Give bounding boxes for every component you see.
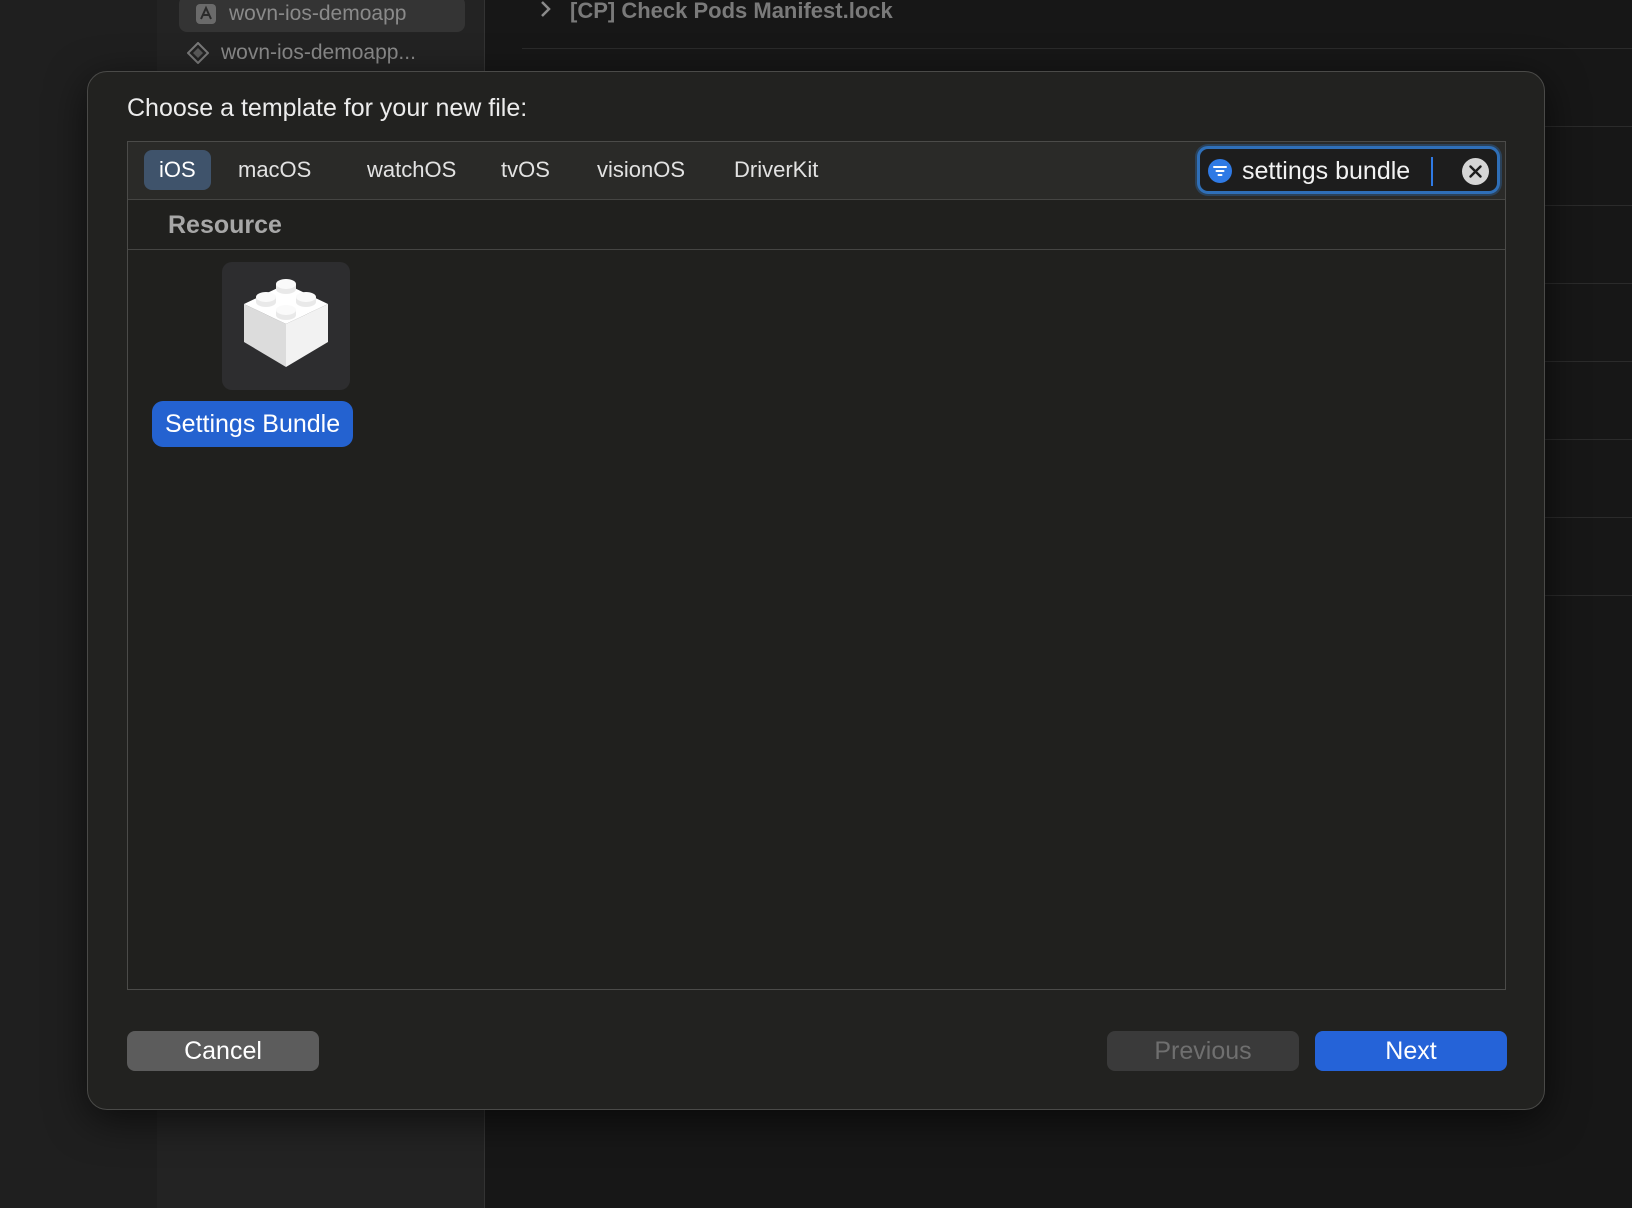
lego-brick-icon <box>222 262 350 390</box>
tab-tvos[interactable]: tvOS <box>486 150 565 190</box>
build-phase-label: [CP] Check Pods Manifest.lock <box>570 0 893 23</box>
divider <box>1545 361 1632 362</box>
platform-tab-bar: iOS macOS watchOS tvOS visionOS DriverKi… <box>128 142 1505 200</box>
navigator-item-label: wovn-ios-demoapp... <box>221 41 416 64</box>
tab-ios[interactable]: iOS <box>144 150 211 190</box>
tab-driverkit[interactable]: DriverKit <box>719 150 833 190</box>
clear-icon[interactable] <box>1462 158 1489 185</box>
app-target-icon <box>195 3 217 25</box>
sheet-title: Choose a template for your new file: <box>127 94 528 122</box>
divider <box>1545 283 1632 284</box>
search-input[interactable] <box>1242 154 1432 188</box>
next-button[interactable]: Next <box>1315 1031 1507 1071</box>
scheme-icon <box>186 41 210 65</box>
section-header: Resource <box>128 199 1505 250</box>
new-file-template-sheet: Choose a template for your new file: iOS… <box>87 71 1545 1110</box>
previous-button[interactable]: Previous <box>1107 1031 1299 1071</box>
divider <box>1545 595 1632 596</box>
build-phase-row[interactable]: [CP] Check Pods Manifest.lock <box>540 0 893 26</box>
template-tile-label: Settings Bundle <box>152 401 354 447</box>
divider <box>1545 517 1632 518</box>
navigator-item-label: wovn-ios-demoapp <box>229 2 407 25</box>
divider <box>1545 126 1632 127</box>
tab-macos[interactable]: macOS <box>223 150 326 190</box>
navigator-item-app[interactable]: wovn-ios-demoapp <box>179 0 465 32</box>
section-header-label: Resource <box>168 211 282 239</box>
filter-icon[interactable] <box>1208 159 1232 183</box>
cancel-button[interactable]: Cancel <box>127 1031 319 1071</box>
chevron-right-icon <box>540 0 552 24</box>
tab-visionos[interactable]: visionOS <box>582 150 700 190</box>
template-panel: iOS macOS watchOS tvOS visionOS DriverKi… <box>127 141 1506 990</box>
divider <box>1545 439 1632 440</box>
divider <box>1545 205 1632 206</box>
tab-watchos[interactable]: watchOS <box>352 150 471 190</box>
text-caret <box>1431 157 1433 186</box>
divider <box>522 48 1632 49</box>
template-search-field[interactable] <box>1197 146 1500 194</box>
navigator-item-scheme[interactable]: wovn-ios-demoapp... <box>186 35 416 71</box>
